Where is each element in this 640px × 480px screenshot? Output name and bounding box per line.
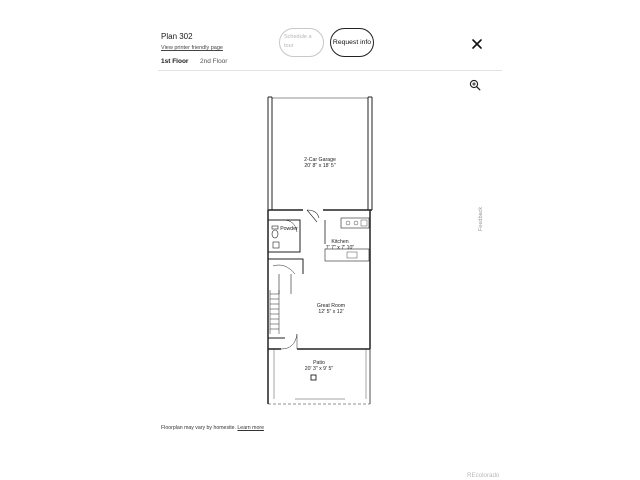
floorplan-drawing: 2-Car Garage 20' 8" x 18' 5" Powder Kitc… <box>255 94 385 408</box>
header-divider <box>158 70 502 71</box>
close-icon <box>472 39 482 49</box>
brand-watermark: REcolorado <box>467 472 500 479</box>
patio-dims: 20' 3" x 9' 5" <box>304 366 334 372</box>
tab-2nd-floor[interactable]: 2nd Floor <box>200 58 227 65</box>
plan-title: Plan 302 <box>161 32 193 41</box>
request-info-label: Request info <box>332 39 372 46</box>
tab-1st-floor[interactable]: 1st Floor <box>161 58 188 65</box>
request-info-button[interactable]: Request info <box>330 28 374 57</box>
learn-more-link[interactable]: Learn more <box>237 425 264 431</box>
feedback-label: Feedback <box>478 206 484 232</box>
room-label-great-room: Great Room 12' 5" x 12' <box>307 303 355 315</box>
printer-friendly-link[interactable]: View printer friendly page <box>161 45 223 51</box>
great-room-dims: 12' 5" x 12' <box>318 309 344 315</box>
zoom-in-button[interactable] <box>469 78 481 91</box>
room-label-garage: 2-Car Garage 20' 8" x 18' 5" <box>293 157 347 169</box>
schedule-tour-label: Schedule a tour <box>284 34 312 49</box>
feedback-tab[interactable]: Feedback <box>476 206 486 232</box>
kitchen-dims: 7' 7" x 7' 10" <box>325 245 355 251</box>
schedule-tour-button[interactable]: Schedule a tour <box>279 28 324 57</box>
room-label-patio: Patio 20' 3" x 9' 5" <box>299 360 339 372</box>
powder-name: Powder <box>280 226 298 232</box>
garage-dims: 20' 8" x 18' 5" <box>304 163 336 169</box>
room-label-kitchen: Kitchen 7' 7" x 7' 10" <box>315 239 365 251</box>
floorplan-disclaimer: Floorplan may vary by homesite. Learn mo… <box>161 425 264 431</box>
disclaimer-text: Floorplan may vary by homesite. <box>161 425 236 431</box>
close-button[interactable] <box>471 37 483 49</box>
room-label-powder: Powder <box>277 226 301 232</box>
zoom-in-icon <box>469 79 481 91</box>
